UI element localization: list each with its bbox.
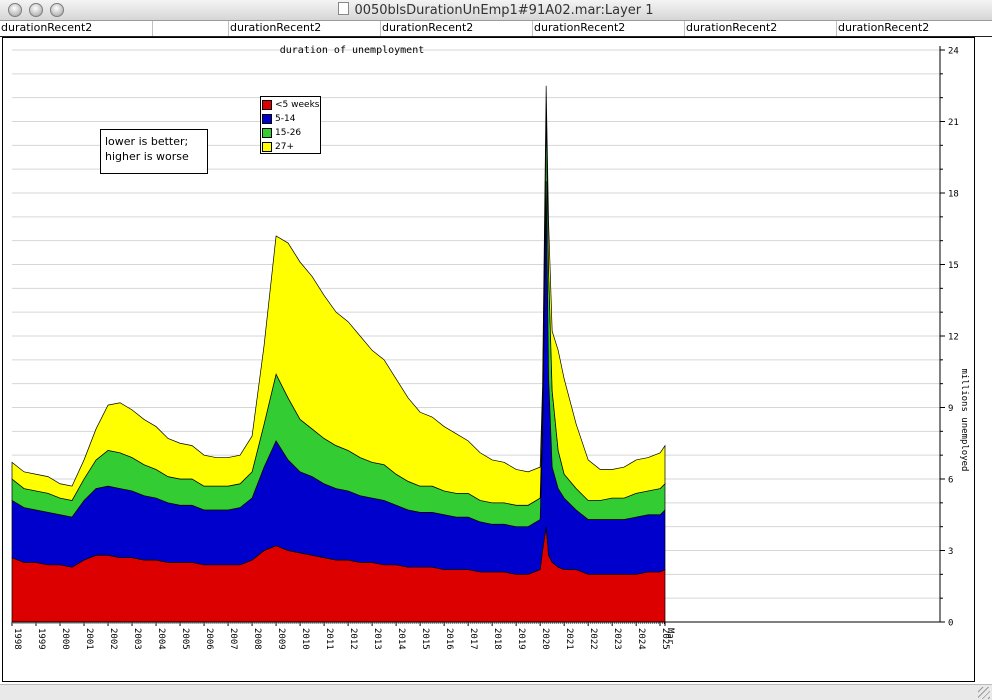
legend-item: 5-14: [262, 112, 320, 126]
x-tick-label: 2002: [108, 628, 118, 650]
y-tick-label: 18: [948, 190, 959, 200]
chart-canvas: 0 3 6 9 12 15 18 21 24 1998 1999 2000 2001 2002 2003 20…: [11, 45, 969, 650]
legend-label: <5 weeks: [275, 100, 320, 110]
x-tick-label: 2022: [588, 628, 598, 650]
chart-title: duration of unemployment: [280, 45, 425, 56]
x-tick-label: 2023: [612, 628, 622, 650]
x-tick-label: 2006: [204, 628, 214, 650]
legend-swatch: [262, 142, 272, 152]
x-tick-label: 2018: [492, 628, 502, 650]
note-line: higher is worse: [105, 150, 189, 163]
y-tick-label: 3: [948, 547, 953, 557]
legend-label: 5-14: [275, 114, 296, 124]
y-tick-label: 9: [948, 404, 953, 414]
x-tick-label: 2024: [636, 628, 646, 650]
note-line: lower is better;: [105, 135, 189, 148]
chart-legend: <5 weeks 5-14 15-26 27+: [260, 96, 321, 154]
legend-swatch: [262, 100, 272, 110]
x-tick-label: 2017: [468, 628, 478, 650]
x-tick-label: 2004: [156, 628, 166, 650]
resize-grip-icon[interactable]: [978, 687, 990, 699]
y-tick-label: 21: [948, 118, 959, 128]
x-tick-label: 2020: [540, 628, 550, 650]
x-tick-label: 2015: [420, 628, 430, 650]
x-tick-label: 2016: [444, 628, 454, 650]
x-tick-label: 2009: [276, 628, 286, 650]
legend-item: 15-26: [262, 126, 320, 140]
x-tick-label: 1998: [12, 628, 22, 650]
x-tick-label: 2000: [60, 628, 70, 650]
y-tick-label: 12: [948, 333, 959, 343]
x-tick-label: 2013: [372, 628, 382, 650]
x-tick-label: 2012: [348, 628, 358, 650]
legend-item: <5 weeks: [262, 98, 320, 112]
annotation-note: lower is better; higher is worse: [100, 129, 208, 174]
legend-label: 27+: [275, 142, 294, 152]
x-tick-label: 2011: [324, 628, 334, 650]
y-axis-label: millions unemployed: [959, 369, 969, 472]
x-tick-label: 2008: [252, 628, 262, 650]
legend-swatch: [262, 114, 272, 124]
legend-label: 15-26: [275, 128, 302, 138]
x-tick-label: 2014: [396, 628, 406, 650]
y-tick-label: 0: [948, 619, 953, 629]
window-bottom-bar: [0, 684, 992, 700]
x-tick-label: 2005: [180, 628, 190, 650]
x-tick-label: 2007: [228, 628, 238, 650]
y-tick-label: 24: [948, 47, 959, 57]
x-tick-label: 2001: [84, 628, 94, 650]
y-tick-label: 6: [948, 476, 953, 486]
legend-swatch: [262, 128, 272, 138]
y-tick-label: 15: [948, 261, 959, 271]
x-tick-label: 2021: [564, 628, 574, 650]
x-tick-label: 1999: [36, 628, 46, 650]
legend-item: 27+: [262, 140, 320, 154]
x-tick-label: Mar: [665, 628, 675, 645]
x-tick-label: 2003: [132, 628, 142, 650]
x-tick-label: 2019: [516, 628, 526, 650]
x-tick-label: 2010: [300, 628, 310, 650]
